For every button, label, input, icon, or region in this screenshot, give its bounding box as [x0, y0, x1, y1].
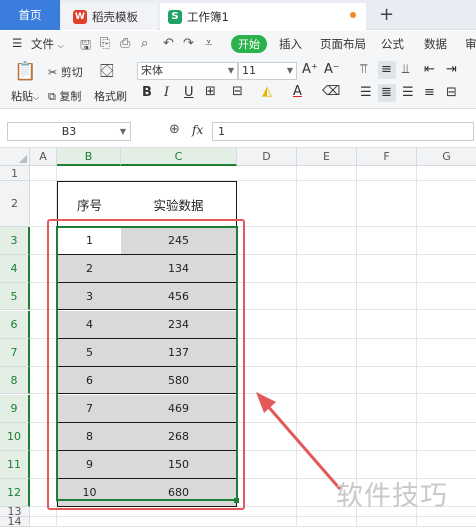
menu-icon[interactable]: ☰ — [12, 36, 22, 50]
tab-workbook-label: 工作簿1 — [187, 9, 229, 24]
italic-button[interactable]: I — [164, 85, 169, 100]
chevron-down-icon: ▼ — [227, 66, 234, 75]
align-bottom-icon[interactable]: ⫫ — [402, 62, 409, 77]
align-middle-icon[interactable]: ≡ — [381, 62, 392, 77]
chevron-down-icon: ⌵ — [57, 41, 64, 50]
align-center-icon[interactable]: ≣ — [381, 85, 392, 100]
name-box-value: B3 — [61, 125, 77, 138]
format-painter-button[interactable]: 格式刷 — [94, 88, 127, 104]
spreadsheet-icon: S — [168, 9, 182, 24]
redo-icon[interactable]: ↷ — [183, 36, 194, 51]
tab-templates[interactable]: W 稻壳模板 — [61, 3, 158, 30]
menu-start-label: 开始 — [238, 38, 260, 51]
scissors-icon: ✂ — [48, 66, 58, 79]
formula-input[interactable]: 1 — [212, 122, 474, 141]
tab-home[interactable]: 首页 — [0, 0, 60, 30]
customize-icon[interactable]: ⩡ — [205, 36, 212, 51]
menu-insert[interactable]: 插入 — [279, 36, 302, 52]
new-tab-button[interactable]: + — [379, 4, 394, 25]
menu-file-label: 文件 — [31, 37, 54, 51]
cut-button[interactable]: ✂ 剪切 — [48, 64, 83, 80]
font-color-icon[interactable]: A — [293, 84, 302, 99]
font-name-value: 宋体 — [141, 64, 163, 77]
copy-icon: ⧉ — [48, 90, 56, 103]
distribute-icon[interactable]: ⊟ — [446, 85, 457, 100]
menu-data[interactable]: 数据 — [424, 36, 447, 52]
name-box[interactable]: B3 ▼ — [7, 122, 131, 141]
ribbon: 📋 粘贴⌵ ✂ 剪切 ⧉ 复制 ⛋ 格式刷 宋体 ▼ 11 ▼ A⁺ A⁻ B … — [0, 57, 476, 109]
menu-start[interactable]: 开始 — [231, 35, 267, 53]
watermark: 软件技巧 — [336, 481, 448, 512]
indent-decrease-icon[interactable]: ⇤ — [424, 62, 435, 77]
cell-style-icon[interactable]: ⊟ — [232, 84, 243, 99]
borders-icon[interactable]: ⊞ — [205, 84, 216, 99]
menu-review[interactable]: 审 — [465, 36, 476, 52]
chevron-down-icon: ▼ — [286, 66, 293, 75]
docer-icon: W — [73, 9, 87, 24]
formula-value: 1 — [218, 125, 225, 138]
font-size-value: 11 — [242, 64, 256, 77]
copy-label: 复制 — [59, 90, 82, 103]
spreadsheet-grid[interactable]: A B C D E F G 1 2 3 4 5 6 7 8 9 10 11 12 13 14 序号 实验数… — [0, 148, 476, 527]
copy-button[interactable]: ⧉ 复制 — [48, 88, 81, 104]
zoom-search-icon[interactable]: ⊕ — [169, 122, 180, 137]
tab-templates-label: 稻壳模板 — [92, 9, 138, 24]
fx-icon[interactable]: fx — [192, 123, 203, 137]
paste-icon[interactable]: 📋 — [14, 61, 36, 82]
paste-label: 粘贴 — [11, 90, 33, 103]
clear-icon[interactable]: ⌫ — [322, 84, 340, 99]
chevron-down-icon: ⌵ — [33, 93, 40, 102]
increase-font-icon[interactable]: A⁺ — [302, 62, 318, 77]
fill-color-icon[interactable]: ◭ — [262, 84, 272, 99]
tab-home-label: 首页 — [18, 8, 42, 22]
font-name-select[interactable]: 宋体 ▼ — [137, 62, 238, 80]
tab-bar: 首页 W 稻壳模板 S 工作簿1 + — [0, 0, 476, 30]
print-icon[interactable]: ⎙ — [120, 36, 130, 51]
tab-workbook[interactable]: S 工作簿1 — [160, 3, 366, 30]
font-size-select[interactable]: 11 ▼ — [238, 62, 297, 80]
unsaved-dot-icon — [350, 12, 356, 18]
menu-page-layout[interactable]: 页面布局 — [320, 36, 366, 52]
align-left-icon[interactable]: ☰ — [360, 85, 372, 100]
export-icon[interactable]: ⎘ — [100, 36, 110, 51]
align-right-icon[interactable]: ☰ — [402, 85, 414, 100]
annotation-arrow-icon — [256, 392, 342, 490]
align-top-icon[interactable]: ⫪ — [360, 62, 367, 77]
format-painter-icon[interactable]: ⛋ — [100, 61, 114, 82]
bold-button[interactable]: B — [142, 85, 152, 100]
menu-file[interactable]: 文件 ⌵ — [31, 36, 64, 52]
save-icon[interactable]: 🖫 — [80, 36, 91, 58]
menu-bar: ☰ 文件 ⌵ 🖫 ⎘ ⎙ ⌕ ↶ ↷ ⩡ 开始 插入 页面布局 公式 数据 审 — [0, 31, 476, 57]
chevron-down-icon: ▼ — [119, 127, 126, 136]
decrease-font-icon[interactable]: A⁻ — [324, 62, 340, 77]
justify-icon[interactable]: ≡ — [424, 85, 435, 100]
underline-button[interactable]: U — [184, 85, 194, 100]
print-preview-icon[interactable]: ⌕ — [141, 36, 148, 51]
paste-button[interactable]: 粘贴⌵ — [11, 88, 39, 104]
menu-formula[interactable]: 公式 — [381, 36, 404, 52]
cut-label: 剪切 — [60, 66, 83, 79]
undo-icon[interactable]: ↶ — [163, 36, 174, 51]
indent-increase-icon[interactable]: ⇥ — [446, 62, 457, 77]
formula-bar: B3 ▼ ⊕ fx 1 — [0, 110, 476, 148]
